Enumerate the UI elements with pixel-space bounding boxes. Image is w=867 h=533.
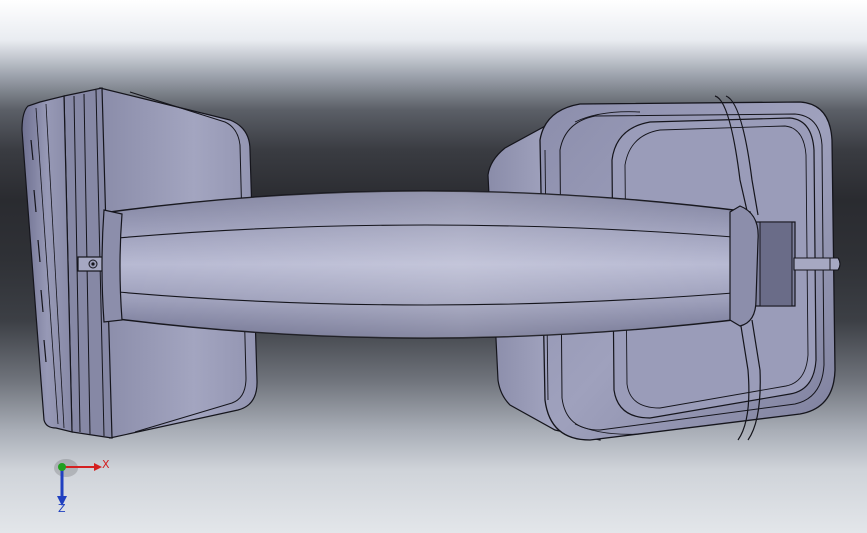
x-axis-label: X [102,458,110,471]
headphone-model[interactable] [0,0,867,533]
z-axis-label: Z [58,502,66,515]
graphics-viewport[interactable]: X Z [0,0,867,533]
headband[interactable] [101,190,759,339]
axis-triad: X Z [48,450,118,520]
